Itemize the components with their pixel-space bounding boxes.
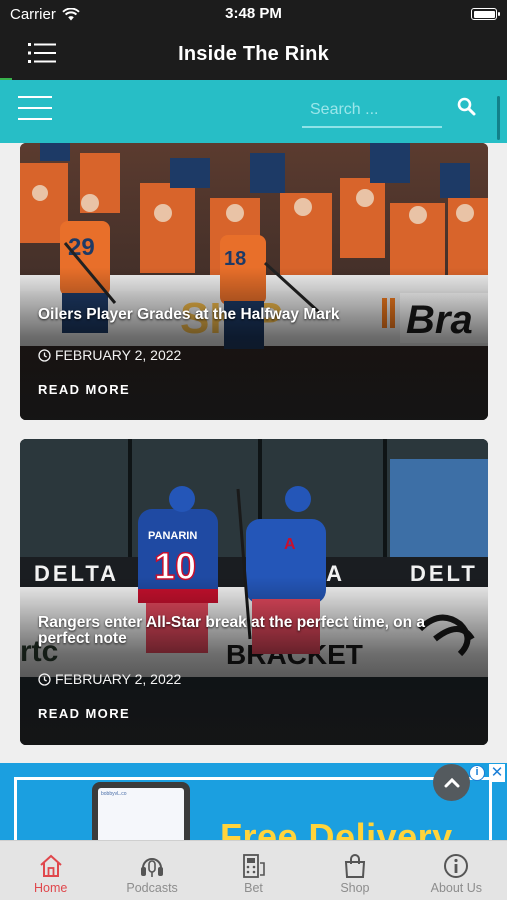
shopping-bag-icon [344, 854, 365, 878]
site-nav-bar [0, 80, 507, 143]
app-header: Inside The Rink [0, 28, 507, 80]
list-menu-icon[interactable] [28, 42, 56, 64]
article-card[interactable]: DELTA DELTA DELT BRACKET rtc PANARIN 10 … [20, 439, 488, 745]
battery-icon [471, 8, 500, 20]
search-input[interactable] [302, 94, 442, 128]
tab-about-us[interactable]: About Us [406, 841, 507, 900]
card-overlay [20, 143, 488, 420]
tab-home[interactable]: Home [0, 841, 101, 900]
tab-bet[interactable]: Bet [203, 841, 304, 900]
article-date: FEBRUARY 2, 2022 [38, 671, 181, 687]
article-card[interactable]: SKIP Bra 29 18 Oilers Player Grades at t… [20, 143, 488, 420]
tab-shop[interactable]: Shop [304, 841, 405, 900]
app-title: Inside The Rink [178, 42, 329, 65]
home-icon [40, 854, 62, 877]
site-hamburger-menu-icon[interactable] [18, 96, 52, 122]
article-date: FEBRUARY 2, 2022 [38, 347, 181, 363]
ad-phone-screen: bobbyvL.co [98, 788, 184, 840]
scroll-to-top-button[interactable] [433, 764, 470, 801]
ad-phone-image: bobbyvL.co [92, 782, 190, 840]
status-bar: Carrier [0, 0, 507, 28]
tab-label: Home [34, 881, 68, 895]
status-left: Carrier [10, 6, 80, 23]
bottom-tab-bar: Home Podcasts Bet Shop About Us [0, 840, 507, 900]
scroll-edge [497, 96, 500, 140]
wifi-icon [62, 7, 80, 20]
article-date-text: FEBRUARY 2, 2022 [55, 671, 182, 687]
article-title[interactable]: Rangers enter All-Star break at the perf… [38, 615, 468, 647]
read-more-link[interactable]: READ MORE [38, 382, 130, 397]
article-feed: SKIP Bra 29 18 Oilers Player Grades at t… [0, 143, 507, 840]
ad-headline: Free Delivery [220, 816, 453, 840]
bet-icon [242, 854, 265, 878]
tab-label: Shop [340, 881, 370, 895]
read-more-link[interactable]: READ MORE [38, 706, 130, 721]
ad-close-icon[interactable]: ✕ [489, 764, 505, 782]
clock-icon [38, 672, 51, 686]
tab-podcasts[interactable]: Podcasts [101, 841, 202, 900]
tab-label: Podcasts [126, 881, 178, 895]
ad-info-icon[interactable]: i [469, 765, 485, 781]
tab-label: About Us [430, 881, 483, 895]
info-icon [444, 854, 469, 878]
ad-banner[interactable]: bobbyvL.co Free Delivery [0, 763, 507, 840]
tab-label: Bet [244, 881, 263, 895]
carrier-label: Carrier [10, 5, 56, 23]
card-overlay [20, 439, 488, 745]
clock-icon [38, 348, 51, 362]
search-icon[interactable] [456, 96, 478, 118]
article-date-text: FEBRUARY 2, 2022 [55, 347, 182, 363]
chevron-up-icon [444, 777, 459, 787]
podcast-icon [141, 858, 164, 877]
article-title[interactable]: Oilers Player Grades at the Halfway Mark [38, 307, 468, 323]
ad-phone-app-name: bobbyvL.co [101, 791, 127, 797]
